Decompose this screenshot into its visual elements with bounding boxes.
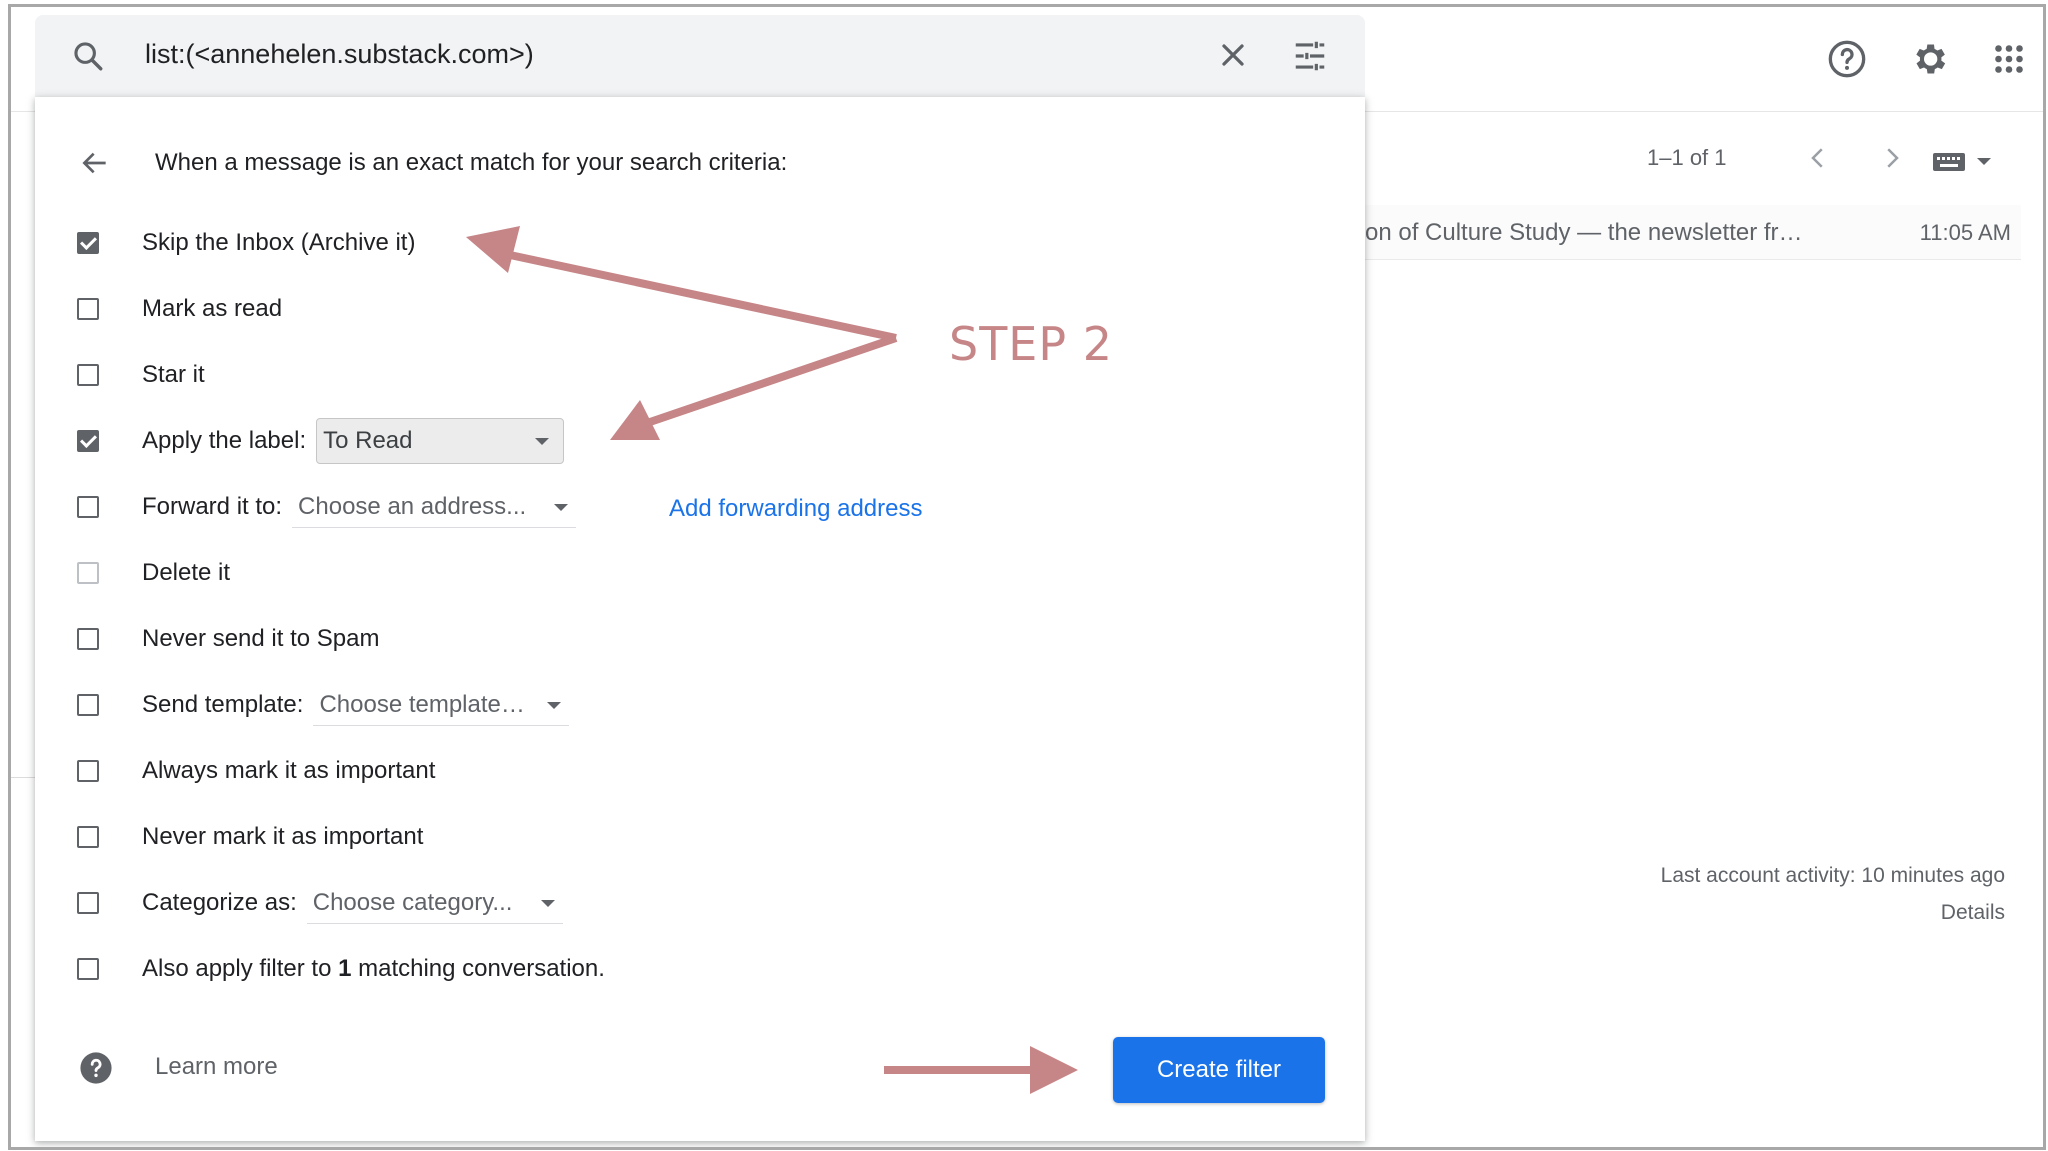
chevron-left-icon[interactable] — [1803, 143, 1833, 173]
caret-down-icon — [554, 503, 569, 511]
option-label: Forward it to: — [142, 493, 283, 520]
checkbox-forward[interactable] — [77, 496, 99, 518]
back-arrow-icon[interactable] — [79, 147, 111, 179]
keyboard-icon[interactable] — [1931, 147, 2001, 180]
label-select[interactable]: To Read — [316, 418, 565, 464]
forward-select-value: Choose an address... — [298, 492, 527, 520]
label-select-value: To Read — [323, 427, 413, 454]
checkbox-apply-matching[interactable] — [77, 958, 99, 980]
option-forward[interactable]: Forward it to: Choose an address... — [77, 487, 577, 528]
step-annotation-label: STEP 2 — [949, 317, 1113, 371]
email-snippet: on of Culture Study — the newsletter fr… — [1365, 219, 1803, 246]
option-label: Never mark it as important — [142, 823, 424, 850]
option-label: Star it — [142, 361, 205, 388]
checkbox-mark-read[interactable] — [77, 298, 99, 320]
close-icon[interactable] — [1215, 37, 1251, 73]
checkbox-apply-label[interactable] — [77, 430, 99, 452]
caret-down-icon — [535, 438, 550, 445]
create-filter-button[interactable]: Create filter — [1113, 1037, 1325, 1103]
option-send-template[interactable]: Send template: Choose template… — [77, 685, 570, 726]
option-label: Categorize as: — [142, 889, 297, 916]
option-label: Skip the Inbox (Archive it) — [142, 229, 416, 256]
option-mark-read[interactable]: Mark as read — [77, 289, 282, 329]
option-categorize[interactable]: Categorize as: Choose category... — [77, 883, 563, 924]
search-input[interactable]: list:(<annehelen.substack.com>) — [145, 39, 534, 70]
option-skip-inbox[interactable]: Skip the Inbox (Archive it) — [77, 223, 415, 263]
template-select[interactable]: Choose template… — [313, 685, 570, 726]
option-label: Delete it — [142, 559, 231, 586]
category-select-value: Choose category... — [312, 888, 513, 916]
email-row[interactable]: on of Culture Study — the newsletter fr…… — [1351, 205, 2021, 260]
option-label: Apply the label: — [142, 427, 307, 454]
divider — [11, 777, 37, 778]
template-select-value: Choose template… — [319, 690, 525, 718]
checkbox-always-important[interactable] — [77, 760, 99, 782]
caret-down-icon — [540, 899, 555, 907]
option-apply-label[interactable]: Apply the label: To Read — [77, 418, 565, 464]
checkbox-never-important[interactable] — [77, 826, 99, 848]
category-select[interactable]: Choose category... — [306, 883, 563, 924]
matching-count: 1 — [338, 955, 352, 982]
option-label: Send template: — [142, 691, 304, 718]
pager-range: 1–1 of 1 — [1647, 145, 1727, 170]
tune-icon[interactable] — [1291, 37, 1329, 75]
email-time: 11:05 AM — [1919, 220, 2011, 245]
last-activity-text: Last account activity: 10 minutes ago — [1660, 864, 2005, 887]
checkbox-skip-inbox[interactable] — [77, 232, 99, 254]
checkbox-categorize[interactable] — [77, 892, 99, 914]
option-delete[interactable]: Delete it — [77, 553, 230, 593]
account-activity: Last account activity: 10 minutes ago De… — [1661, 857, 2005, 931]
option-label: Always mark it as important — [142, 757, 436, 784]
checkbox-star[interactable] — [77, 364, 99, 386]
search-icon[interactable] — [71, 39, 105, 73]
checkbox-send-template[interactable] — [77, 694, 99, 716]
forward-select[interactable]: Choose an address... — [292, 487, 577, 528]
label-pre: Also apply filter to — [142, 955, 339, 982]
learn-more-link[interactable]: Learn more — [155, 1053, 278, 1081]
option-apply-matching[interactable]: Also apply filter to 1 matching conversa… — [77, 949, 605, 989]
checkbox-delete[interactable] — [77, 562, 99, 584]
gear-icon[interactable] — [1903, 33, 1955, 85]
option-never-spam[interactable]: Never send it to Spam — [77, 619, 379, 659]
search-bar: list:(<annehelen.substack.com>) — [35, 15, 1365, 97]
option-never-important[interactable]: Never mark it as important — [77, 817, 423, 857]
details-link[interactable]: Details — [1661, 894, 2005, 931]
caret-down-icon — [547, 701, 562, 709]
option-always-important[interactable]: Always mark it as important — [77, 751, 435, 791]
screenshot-frame: 1–1 of 1 on of Culture Study — the newsl… — [8, 4, 2046, 1150]
help-icon[interactable] — [1821, 33, 1873, 85]
option-label: Mark as read — [142, 295, 283, 322]
checkbox-never-spam[interactable] — [77, 628, 99, 650]
filter-dialog: When a message is an exact match for you… — [35, 97, 1365, 1141]
option-label: Also apply filter to 1 matching conversa… — [142, 955, 605, 983]
help-circle-icon — [80, 1052, 112, 1084]
option-label: Never send it to Spam — [142, 625, 380, 652]
option-star[interactable]: Star it — [77, 355, 205, 395]
add-forwarding-address-link[interactable]: Add forwarding address — [669, 495, 922, 523]
chevron-right-icon[interactable] — [1877, 143, 1907, 173]
criteria-text: When a message is an exact match for you… — [155, 149, 788, 176]
label-post: matching conversation. — [351, 955, 605, 982]
apps-grid-icon[interactable] — [1983, 33, 2035, 85]
